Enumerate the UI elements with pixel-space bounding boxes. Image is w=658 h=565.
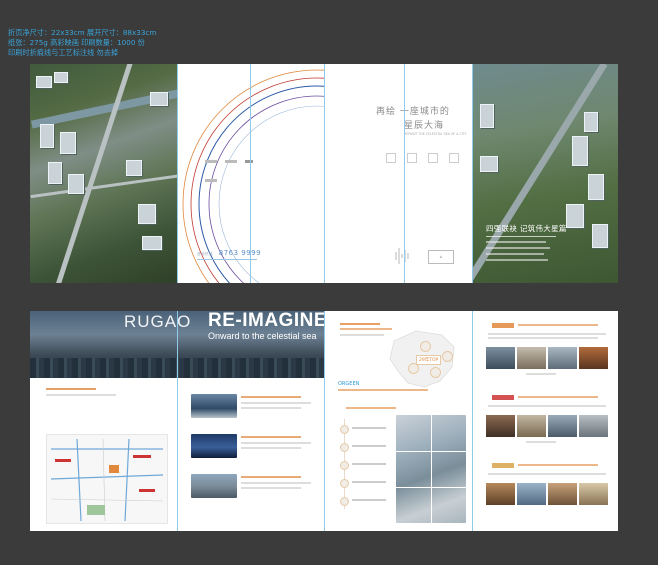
cover-panel-right: 再绘 一座城市的 星辰大海 REPAINT THE CELESTIAL SEA … (324, 64, 472, 283)
partner-logo-1 (492, 323, 514, 328)
partner-gallery-3 (486, 483, 608, 505)
spec-line-2: 纸张：275g 高彩映画 印刷数量：1000 份 (8, 38, 145, 47)
developer-panel: 29年TOP ORGEEN (324, 311, 472, 531)
timeline-dot (340, 479, 349, 488)
fold-line (324, 311, 325, 531)
timeline-dot (340, 425, 349, 434)
fold-line (177, 64, 178, 283)
timeline-dot (340, 497, 349, 506)
map-node (442, 351, 453, 362)
aerial-photo-left (30, 64, 177, 283)
back-tagline: 四强联袂 记筑伟大星篇 (486, 224, 567, 233)
project-photo-3 (191, 474, 237, 498)
partner-logos (205, 148, 265, 182)
projects-panel (177, 378, 324, 531)
fold-line (177, 311, 178, 531)
hotline-number: 8763 9999 (218, 249, 262, 257)
logo-mark: ⌂ (428, 250, 454, 264)
hotline-label: 咨询热线 (197, 252, 213, 256)
spec-line-1: 折页净尺寸：22x33cm 展开尺寸：88x33cm (8, 28, 157, 37)
timeline-dot (340, 461, 349, 470)
partners-panel (472, 311, 618, 531)
timeline-dot (340, 443, 349, 452)
partner-logo-3 (492, 463, 514, 468)
fold-line (324, 64, 325, 283)
partner-logo-2 (492, 395, 514, 400)
map-badge: 29年TOP (416, 355, 442, 365)
outer-spread: 咨询热线 8763 9999 再绘 一座城市的 星辰大海 REPAINT THE… (30, 64, 618, 283)
banner-title: RE-IMAGINE (208, 311, 327, 331)
project-photo-2 (191, 434, 237, 458)
map-node (430, 367, 441, 378)
partner-gallery-2 (486, 415, 608, 437)
location-panel (30, 378, 177, 531)
location-map (46, 434, 168, 524)
guide-line (250, 64, 251, 283)
partner-gallery-1 (486, 347, 608, 369)
project-photo-1 (191, 394, 237, 418)
map-node (420, 341, 431, 352)
fold-line (472, 311, 473, 531)
banner-subtitle: Onward to the celestial sea (208, 331, 317, 341)
brand-mark: ORGEEN (338, 381, 360, 387)
print-specs: 折页净尺寸：22x33cm 展开尺寸：88x33cm 纸张：275g 高彩映画 … (8, 28, 156, 58)
aerial-photo-right: 四强联袂 记筑伟大星篇 (472, 64, 618, 283)
inner-spread: RUGAO RE-IMAGINE Onward to the celestial… (30, 311, 618, 531)
project-gallery (396, 415, 466, 523)
fold-line (472, 64, 473, 283)
spec-line-3: 印刷时折痕线与工艺标注线 勿去掉 (8, 48, 119, 57)
banner-city: RUGAO (124, 312, 192, 331)
guide-line (404, 64, 405, 283)
hotline-block: 咨询热线 8763 9999 (197, 249, 261, 257)
